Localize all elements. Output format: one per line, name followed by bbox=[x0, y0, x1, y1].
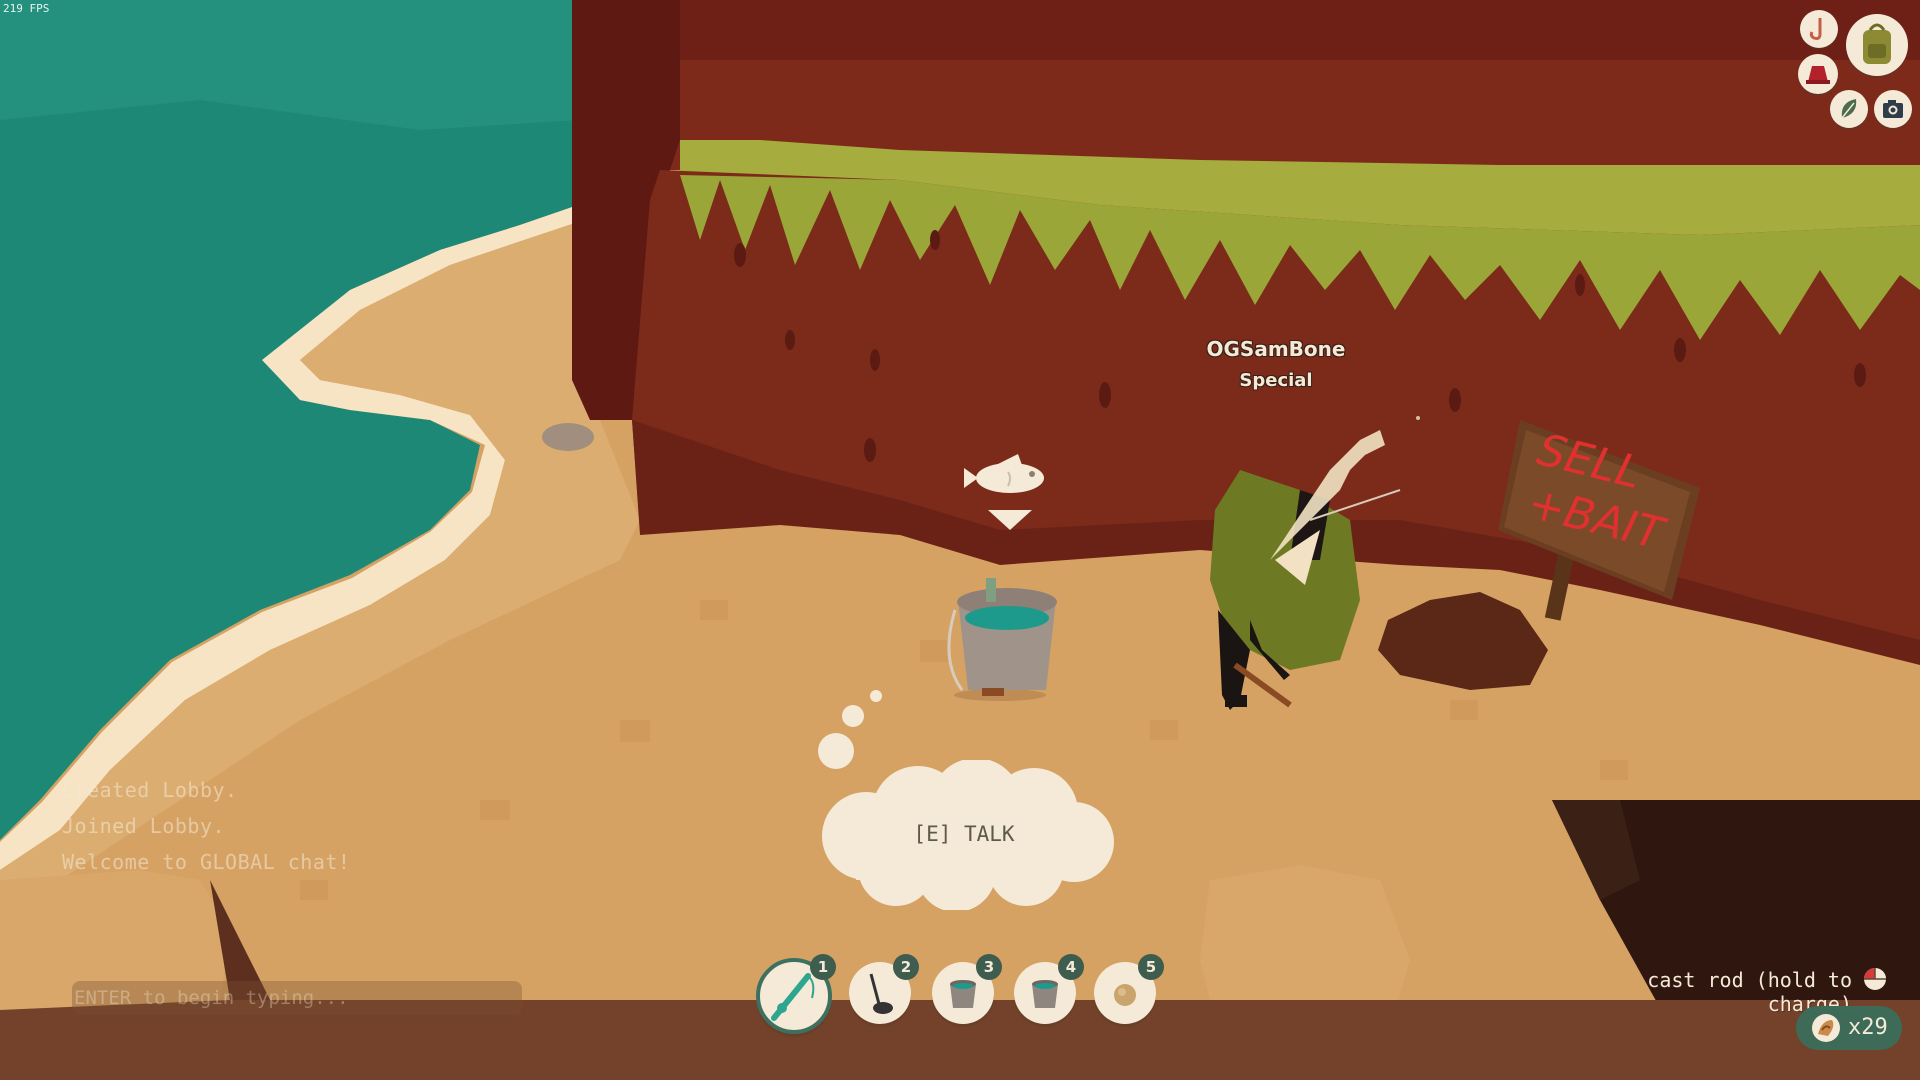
bait-jar-icon bbox=[1812, 1014, 1840, 1042]
fps-counter: 219 FPS bbox=[3, 2, 50, 15]
player-nametag: OGSamBone bbox=[1206, 337, 1346, 361]
talk-prompt-text: [E] TALK bbox=[913, 822, 1015, 846]
chat-message: Welcome to GLOBAL chat! bbox=[62, 850, 351, 874]
thought-bubble-dot-small bbox=[870, 690, 882, 702]
thought-bubble-dot-large bbox=[818, 733, 854, 769]
mouse-left-icon bbox=[1862, 966, 1888, 992]
hotbar: 1 2 3 4 5 bbox=[756, 952, 1166, 1042]
hotbar-slot-5[interactable]: 5 bbox=[1094, 954, 1164, 1024]
game-world: SELL +BAIT bbox=[0, 0, 1920, 1080]
hotbar-slot-3[interactable]: 3 bbox=[932, 954, 1002, 1024]
chat-input[interactable]: ENTER to begin typing... bbox=[72, 981, 522, 1015]
hotbar-slot-2[interactable]: 2 bbox=[849, 954, 919, 1024]
chat-message: Created Lobby. bbox=[62, 778, 238, 802]
journal-leaf-button[interactable] bbox=[1830, 90, 1868, 128]
chat-message: Joined Lobby. bbox=[62, 814, 226, 838]
hotbar-slot-number: 3 bbox=[976, 954, 1002, 980]
talk-prompt-cloud[interactable]: [E] TALK bbox=[806, 760, 1122, 910]
fishing-journal-button[interactable] bbox=[1800, 10, 1838, 48]
npc-fish-marker bbox=[958, 448, 1062, 534]
hotbar-slot-4[interactable]: 4 bbox=[1014, 954, 1084, 1024]
hotbar-slot-number: 1 bbox=[810, 954, 836, 980]
hotbar-slot-number: 4 bbox=[1058, 954, 1084, 980]
chat-log: Created Lobby. Joined Lobby. Welcome to … bbox=[62, 772, 350, 880]
leaf-icon bbox=[1841, 99, 1857, 119]
thought-bubble-dot-medium bbox=[842, 705, 864, 727]
world-backdrop: SELL +BAIT bbox=[0, 0, 1920, 1080]
hotbar-slot-1[interactable]: 1 bbox=[756, 954, 836, 1034]
camera-button[interactable] bbox=[1874, 90, 1912, 128]
bait-counter: x29 bbox=[1796, 1006, 1902, 1050]
fish-icon bbox=[964, 454, 1044, 530]
hotbar-slot-number: 5 bbox=[1138, 954, 1164, 980]
hotbar-slot-number: 2 bbox=[893, 954, 919, 980]
cosmetics-button[interactable] bbox=[1798, 54, 1838, 94]
mouse-button-icon bbox=[1864, 968, 1886, 990]
inventory-button[interactable] bbox=[1846, 14, 1908, 76]
hook-icon bbox=[1809, 18, 1822, 40]
camera-icon bbox=[1883, 100, 1903, 118]
backpack-icon bbox=[1863, 23, 1891, 64]
hat-icon bbox=[1806, 66, 1830, 84]
top-right-menu bbox=[1790, 6, 1916, 130]
bait-count-label: x29 bbox=[1848, 1015, 1888, 1040]
player-title-tag: Special bbox=[1239, 370, 1313, 391]
